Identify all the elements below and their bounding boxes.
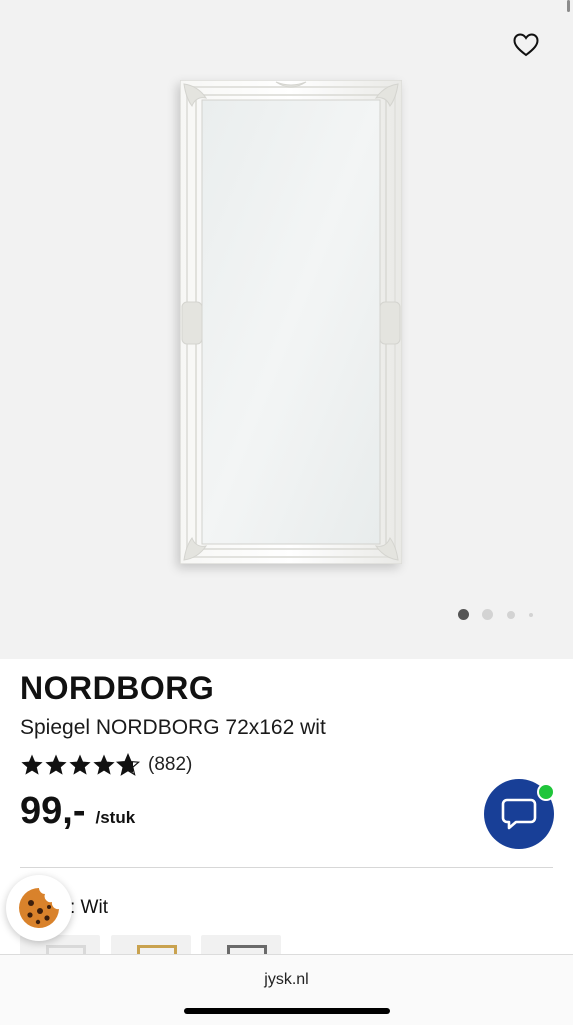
product-rating[interactable]: (882) <box>20 751 192 779</box>
scroll-indicator <box>567 0 570 12</box>
product-image-gallery[interactable] <box>0 0 573 659</box>
product-brand: NORDBORG <box>20 670 215 706</box>
chat-online-badge <box>537 783 555 801</box>
product-name: Spiegel NORDBORG 72x162 wit <box>20 716 326 739</box>
review-count[interactable]: (882) <box>148 754 192 776</box>
chat-button[interactable] <box>484 779 555 849</box>
chat-bubble-icon <box>501 798 537 830</box>
heart-outline-icon <box>513 33 539 57</box>
gallery-dot-active[interactable] <box>458 609 469 620</box>
cookie-icon <box>19 888 59 928</box>
url-label[interactable]: jysk.nl <box>0 971 573 989</box>
section-divider <box>20 867 553 868</box>
product-image <box>179 79 403 565</box>
home-indicator <box>184 1008 390 1014</box>
star-icon <box>69 754 91 775</box>
rating-stars <box>20 753 140 777</box>
star-icon <box>45 754 67 775</box>
color-selection-label: : Wit <box>70 897 108 919</box>
star-icon <box>93 754 115 775</box>
color-value: : Wit <box>70 897 108 918</box>
product-price: 99,- /stuk <box>20 790 135 833</box>
gallery-dot[interactable] <box>529 612 533 617</box>
price-amount: 99,- <box>20 790 86 832</box>
price-unit: /stuk <box>95 808 136 827</box>
star-icon <box>21 754 43 775</box>
gallery-dot[interactable] <box>507 610 515 619</box>
favorite-button[interactable] <box>510 30 542 60</box>
star-half-icon <box>116 753 140 776</box>
browser-address-bar[interactable]: jysk.nl <box>0 954 573 1025</box>
cookie-settings-button[interactable] <box>6 875 72 941</box>
gallery-dot[interactable] <box>482 609 493 620</box>
